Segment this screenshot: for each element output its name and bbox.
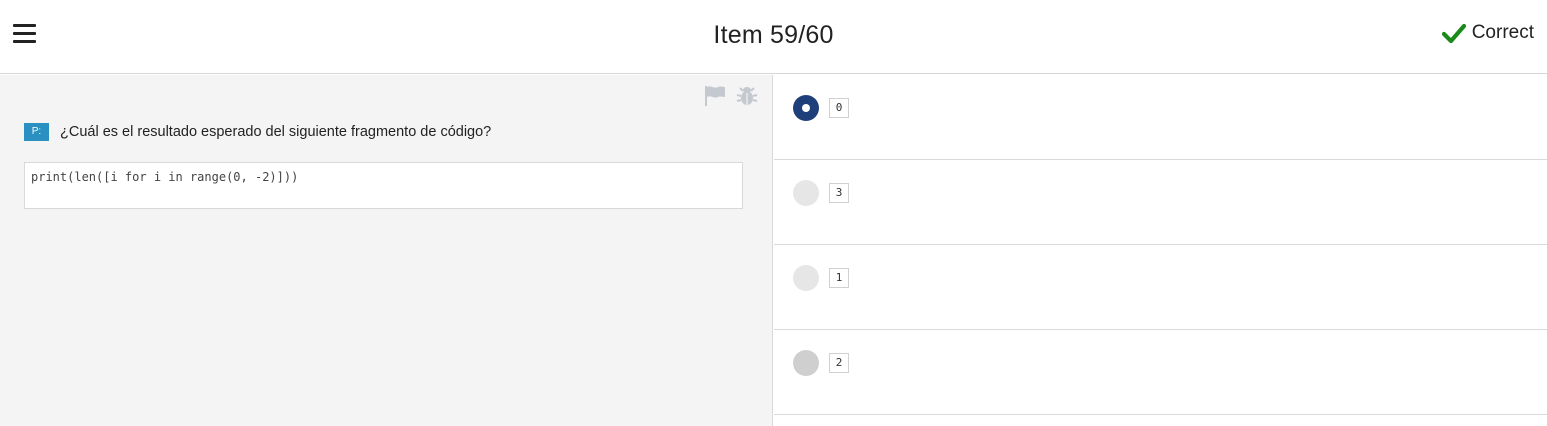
question-pane: P: ¿Cuál es el resultado esperado del si… [0, 75, 773, 426]
status-indicator: Correct [1441, 22, 1534, 44]
status-label: Correct [1471, 22, 1534, 43]
question-tools [704, 85, 758, 107]
flag-icon[interactable] [704, 85, 726, 107]
answer-option[interactable]: 1 [774, 245, 1547, 330]
answer-label: 2 [829, 353, 849, 373]
checkmark-icon [1441, 23, 1466, 43]
radio-button[interactable] [793, 350, 819, 376]
answer-option[interactable]: 3 [774, 160, 1547, 245]
answer-option[interactable]: 0 [774, 75, 1547, 160]
answer-label: 0 [829, 98, 849, 118]
radio-button[interactable] [793, 95, 819, 121]
hamburger-menu-icon[interactable] [13, 24, 36, 45]
radio-button[interactable] [793, 180, 819, 206]
question-text: ¿Cuál es el resultado esperado del sigui… [60, 124, 492, 140]
top-header: Item 59/60 Correct [0, 0, 1547, 74]
answer-label: 3 [829, 183, 849, 203]
answer-label: 1 [829, 268, 849, 288]
question-row: P: ¿Cuál es el resultado esperado del si… [24, 123, 491, 141]
radio-button[interactable] [793, 265, 819, 291]
answers-pane: 0 3 1 2 [774, 75, 1547, 426]
question-badge: P: [24, 123, 49, 141]
bug-icon[interactable] [736, 85, 758, 107]
page-title: Item 59/60 [713, 21, 834, 49]
answer-option[interactable]: 2 [774, 330, 1547, 415]
code-snippet: print(len([i for i in range(0, -2)])) [24, 162, 743, 209]
